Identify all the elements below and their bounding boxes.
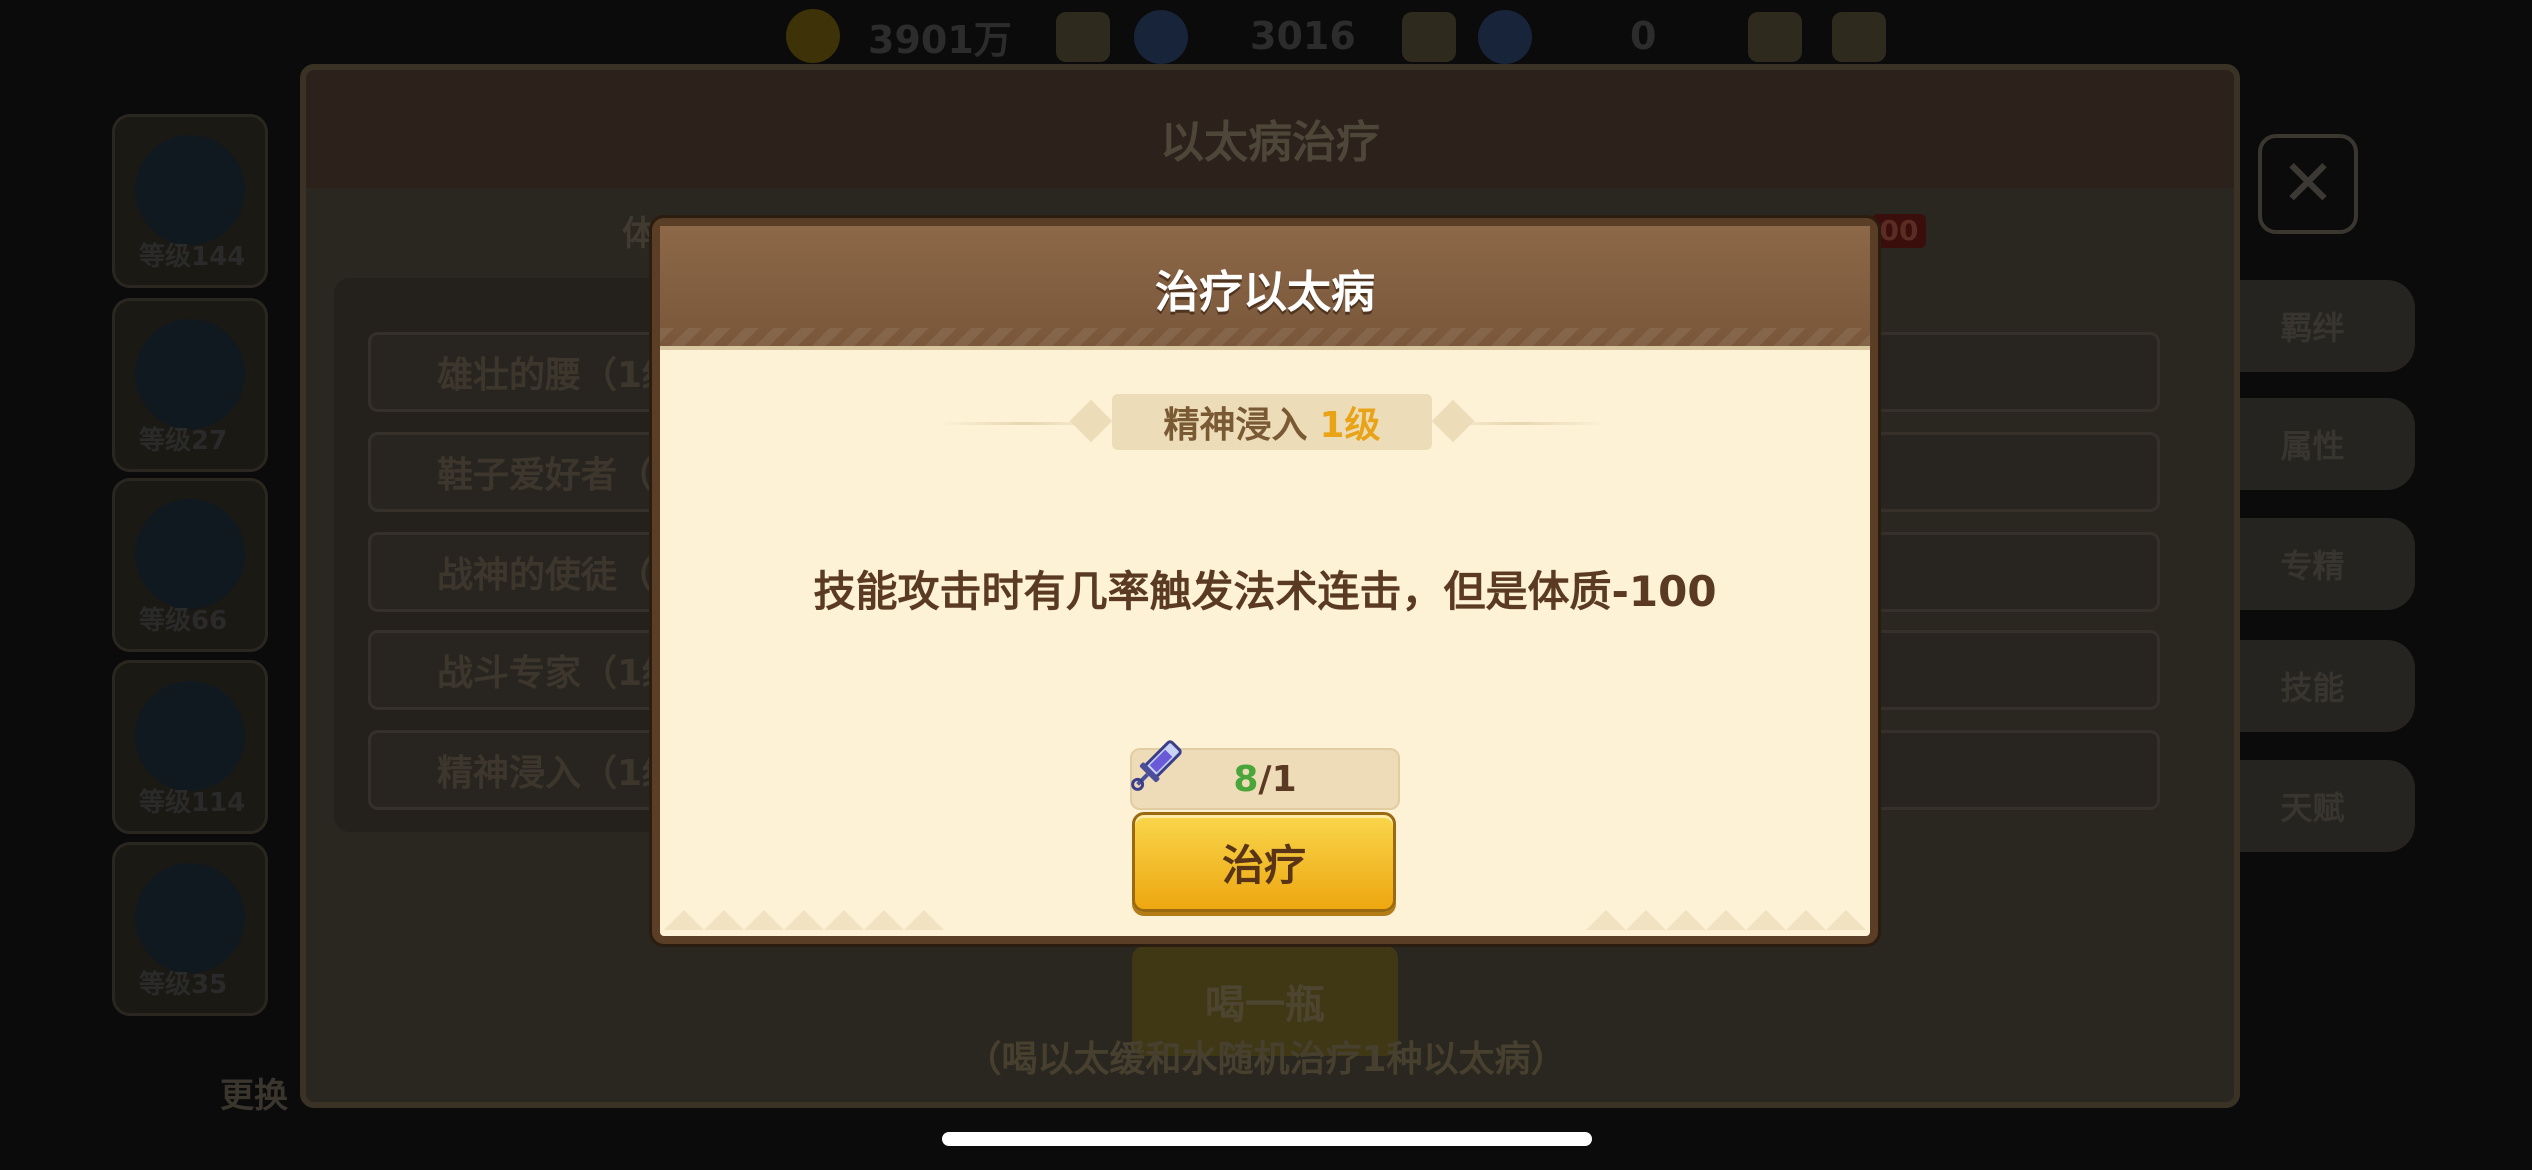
cost-need: 1 — [1271, 758, 1297, 800]
gold-amount: 3901万 — [868, 17, 1012, 62]
tab-bond[interactable]: 羁绊 — [2210, 280, 2415, 372]
treat-disease-dialog: 治疗以太病 精神浸入 1级 技能攻击时有几率触发法术连击，但是体质-100 8 … — [652, 218, 1878, 944]
gold-add-button[interactable] — [1056, 12, 1110, 62]
diamond-ornament-icon — [1069, 399, 1113, 443]
drink-button-label: 喝一瓶 — [1205, 982, 1325, 1028]
ticket-amount: 0 — [1630, 14, 1657, 58]
hero-level: 等级35 — [139, 970, 228, 1000]
hero-level: 等级144 — [139, 242, 246, 272]
gem-icon — [1134, 10, 1188, 64]
ticket-add-button[interactable] — [1748, 12, 1802, 62]
skill-description: 技能攻击时有几率触发法术连击，但是体质-100 — [813, 567, 1717, 616]
skill-level: 1级 — [1319, 405, 1381, 446]
tab-label: 天赋 — [2280, 789, 2345, 827]
hero-level: 等级114 — [139, 788, 246, 818]
hero-card[interactable]: 等级66 — [112, 478, 268, 652]
drink-hint: （喝以太缓和水随机治疗1种以太病） — [965, 1039, 1567, 1080]
hero-card[interactable]: 等级27 — [112, 298, 268, 472]
tab-label: 技能 — [2280, 669, 2345, 707]
treat-button-label: 治疗 — [1221, 840, 1306, 890]
gem-add-button[interactable] — [1402, 12, 1456, 62]
close-icon[interactable]: ✕ — [2258, 134, 2358, 234]
skill-banner: 精神浸入 1级 — [1112, 394, 1432, 450]
disease-name: 鞋子爱好者（ — [437, 455, 654, 496]
hero-portrait — [135, 319, 245, 429]
disease-name: 精神浸入（1级 — [437, 753, 679, 794]
hero-card[interactable]: 等级35 — [112, 842, 268, 1016]
skill-name: 精神浸入 — [1163, 405, 1308, 446]
diamond-ornament-icon — [1431, 399, 1475, 443]
tab-label: 羁绊 — [2280, 309, 2345, 347]
dialog-header: 治疗以太病 — [660, 226, 1870, 350]
home-indicator[interactable] — [942, 1132, 1592, 1146]
corner-ornament — [1586, 910, 1866, 930]
tab-talent[interactable]: 天赋 — [2210, 760, 2415, 852]
tab-skills[interactable]: 技能 — [2210, 640, 2415, 732]
constitution-value: 00 — [1872, 214, 1926, 248]
tab-label: 属性 — [2280, 427, 2345, 465]
tab-specialty[interactable]: 专精 — [2210, 518, 2415, 610]
treat-button[interactable]: 治疗 — [1132, 812, 1396, 912]
hero-portrait — [135, 135, 245, 245]
hero-card[interactable]: 等级144 — [112, 114, 268, 288]
hero-card[interactable]: 等级114 — [112, 660, 268, 834]
hero-portrait — [135, 499, 245, 609]
syringe-icon — [1131, 740, 1182, 791]
disease-name: 战神的使徒（ — [437, 555, 654, 596]
hero-level: 等级27 — [139, 426, 228, 456]
more-menu-button[interactable] — [1832, 12, 1886, 62]
panel-header: 以太病治疗 — [306, 70, 2234, 188]
gem-amount: 3016 — [1250, 14, 1356, 58]
cost-have: 8 — [1233, 758, 1259, 800]
tab-attributes[interactable]: 属性 — [2210, 398, 2415, 490]
disease-name: 战斗专家（1级 — [437, 653, 679, 694]
cost-separator: / — [1258, 758, 1272, 800]
disease-name: 雄壮的腰（1级 — [437, 355, 679, 396]
hero-level: 等级66 — [139, 606, 228, 636]
tab-label: 专精 — [2280, 547, 2345, 585]
hero-portrait — [135, 863, 245, 973]
gold-coin-icon — [786, 9, 840, 63]
gold-resource: 3901万 — [786, 8, 1012, 64]
ticket-icon — [1478, 10, 1532, 64]
panel-title: 以太病治疗 — [1160, 117, 1380, 168]
corner-ornament — [664, 910, 944, 930]
hero-portrait — [135, 681, 245, 791]
dialog-title: 治疗以太病 — [1155, 267, 1375, 318]
